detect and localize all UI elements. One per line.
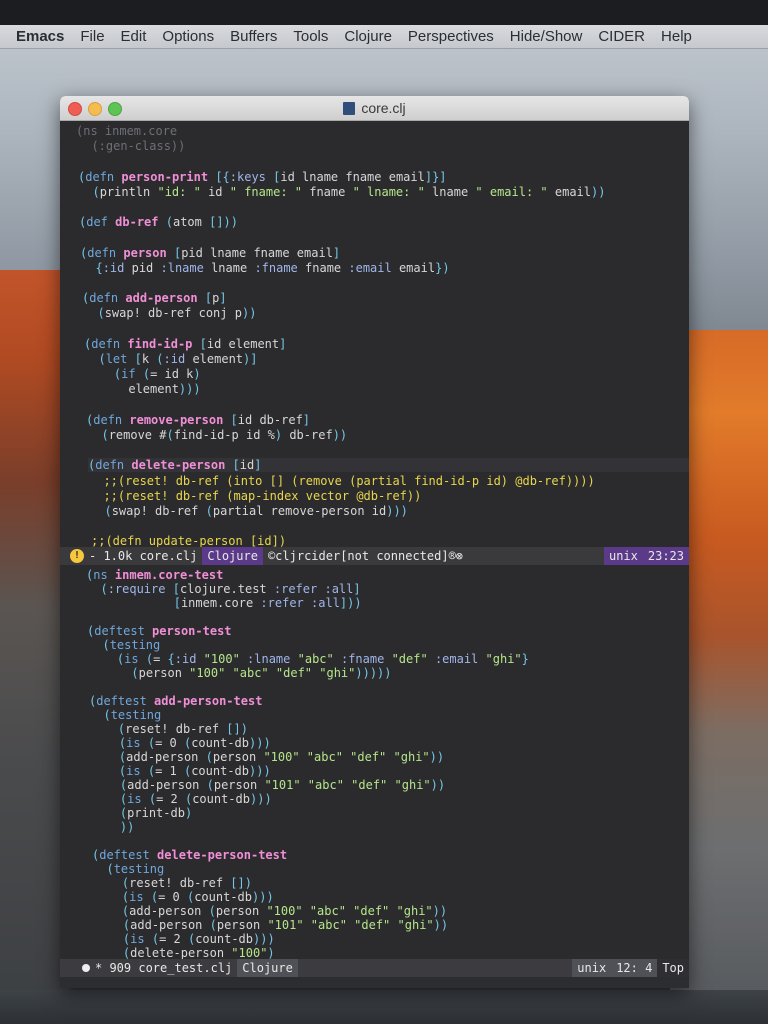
code-line[interactable]: (swap! db-ref conj p)) <box>83 306 256 320</box>
screen-bezel-bottom <box>0 990 768 1024</box>
editor-pane-core[interactable]: (ns inmem.core (:gen-class)) (defn person… <box>60 121 689 548</box>
menu-buffers[interactable]: Buffers <box>222 28 285 45</box>
modeline-core-test: * 909 core_test.clj Clojure unix 12: 4 T… <box>60 959 689 977</box>
modeline-position: 23:23 <box>642 547 689 565</box>
code-line[interactable]: (is (= 2 (count-db))) <box>91 792 272 806</box>
buffer-status-dot-icon <box>82 964 90 972</box>
code-line[interactable]: (:require [clojure.test :refer :all] <box>86 582 360 596</box>
menu-hide-show[interactable]: Hide/Show <box>502 28 591 45</box>
window-title: core.clj <box>361 100 406 116</box>
menu-help[interactable]: Help <box>653 28 700 45</box>
editor-pane-core-test[interactable]: (ns inmem.core-test (:require [clojure.t… <box>60 565 689 960</box>
code-line[interactable]: (print-db) <box>91 806 192 820</box>
code-line[interactable]: (deftest delete-person-test <box>92 848 287 862</box>
screen-bezel-top <box>0 0 768 25</box>
code-line[interactable]: (let [k (:id element)] <box>84 352 257 366</box>
code-line[interactable]: (remove #(find-id-p id %) db-ref)) <box>87 428 347 442</box>
code-line[interactable]: (defn person [pid lname fname email] <box>80 246 340 260</box>
code-line[interactable]: (ns inmem.core-test <box>86 568 223 582</box>
modeline-scroll: Top <box>657 959 689 977</box>
warning-icon[interactable]: ! <box>70 549 84 563</box>
code-line[interactable]: (add-person (person "100" "abc" "def" "g… <box>90 750 444 764</box>
modeline-encoding: unix <box>603 547 643 565</box>
code-line[interactable]: (defn delete-person [id] <box>88 458 689 473</box>
code-line[interactable]: (testing <box>89 708 161 722</box>
modeline-encoding: unix <box>572 959 612 977</box>
menu-edit[interactable]: Edit <box>113 28 155 45</box>
code-line[interactable]: (def db-ref (atom [])) <box>79 215 238 229</box>
modeline-buffer-name: - 1.0k core.clj <box>89 549 198 563</box>
code-line[interactable]: (swap! db-ref (partial remove-person id)… <box>90 504 407 518</box>
file-icon <box>343 102 356 115</box>
code-line[interactable]: ;;(reset! db-ref (into [] (remove (parti… <box>89 474 594 488</box>
code-line[interactable]: (is (= 0 (count-db))) <box>90 736 271 750</box>
modeline-cider-status[interactable]: ©cljrcider[not connected]®⊗ <box>263 547 468 565</box>
code-line[interactable]: (if (= id k) <box>85 367 201 381</box>
code-line[interactable]: (deftest person-test <box>87 624 232 638</box>
menu-cider[interactable]: CIDER <box>590 28 653 45</box>
code-line[interactable]: (defn find-id-p [id element] <box>84 337 286 351</box>
code-line[interactable]: (reset! db-ref []) <box>89 722 248 736</box>
menu-file[interactable]: File <box>72 28 112 45</box>
code-line[interactable]: (println "id: " id " fname: " fname " ln… <box>78 185 605 199</box>
menu-tools[interactable]: Tools <box>285 28 336 45</box>
code-line[interactable]: (add-person (person "101" "abc" "def" "g… <box>94 918 448 932</box>
menu-emacs[interactable]: Emacs <box>0 28 72 45</box>
code-line[interactable]: (delete-person "100") <box>94 946 275 960</box>
code-line[interactable]: {:id pid :lname lname :fname fname :emai… <box>81 261 449 275</box>
code-line[interactable]: (is (= 1 (count-db))) <box>90 764 271 778</box>
modeline-position: 12: 4 <box>611 959 658 977</box>
code-line[interactable]: (is (= {:id "100" :lname "abc" :fname "d… <box>88 652 529 666</box>
menu-clojure[interactable]: Clojure <box>336 28 400 45</box>
modeline-major-mode[interactable]: Clojure <box>202 547 263 565</box>
code-line[interactable]: (defn add-person [p] <box>82 291 227 305</box>
code-line[interactable]: (add-person (person "100" "abc" "def" "g… <box>93 904 447 918</box>
modeline-major-mode[interactable]: Clojure <box>237 959 298 977</box>
code-line[interactable]: element))) <box>85 382 200 396</box>
code-line[interactable]: (deftest add-person-test <box>89 694 262 708</box>
code-line[interactable]: )) <box>91 820 134 834</box>
code-line[interactable]: (defn remove-person [id db-ref] <box>86 413 310 427</box>
emacs-window: core.clj (ns inmem.core (:gen-class)) (de… <box>60 96 689 988</box>
code-line[interactable]: (testing <box>92 862 164 876</box>
menu-options[interactable]: Options <box>154 28 222 45</box>
code-line[interactable]: (is (= 2 (count-db))) <box>94 932 275 946</box>
code-line[interactable]: (person "100" "abc" "def" "ghi"))))) <box>88 666 391 680</box>
window-title-wrap: core.clj <box>60 100 689 116</box>
code-line[interactable]: (add-person (person "101" "abc" "def" "g… <box>91 778 445 792</box>
menubar: Emacs File Edit Options Buffers Tools Cl… <box>0 25 768 49</box>
code-line[interactable]: (defn person-print [{:keys [id lname fna… <box>78 170 447 184</box>
code-line[interactable]: (ns inmem.core <box>76 124 177 138</box>
menu-perspectives[interactable]: Perspectives <box>400 28 502 45</box>
code-line[interactable]: [inmem.core :refer :all])) <box>87 596 362 610</box>
modeline-buffer-name: * 909 core_test.clj <box>95 961 233 975</box>
code-line[interactable]: ;;(reset! db-ref (map-index vector @db-r… <box>89 489 421 503</box>
window-titlebar[interactable]: core.clj <box>60 96 689 121</box>
code-line[interactable]: (:gen-class)) <box>77 139 185 153</box>
code-line[interactable]: (reset! db-ref []) <box>93 876 252 890</box>
modeline-core: ! - 1.0k core.clj Clojure ©cljrcider[not… <box>60 547 689 565</box>
code-line[interactable]: (testing <box>88 638 160 652</box>
code-line[interactable]: (is (= 0 (count-db))) <box>93 890 274 904</box>
